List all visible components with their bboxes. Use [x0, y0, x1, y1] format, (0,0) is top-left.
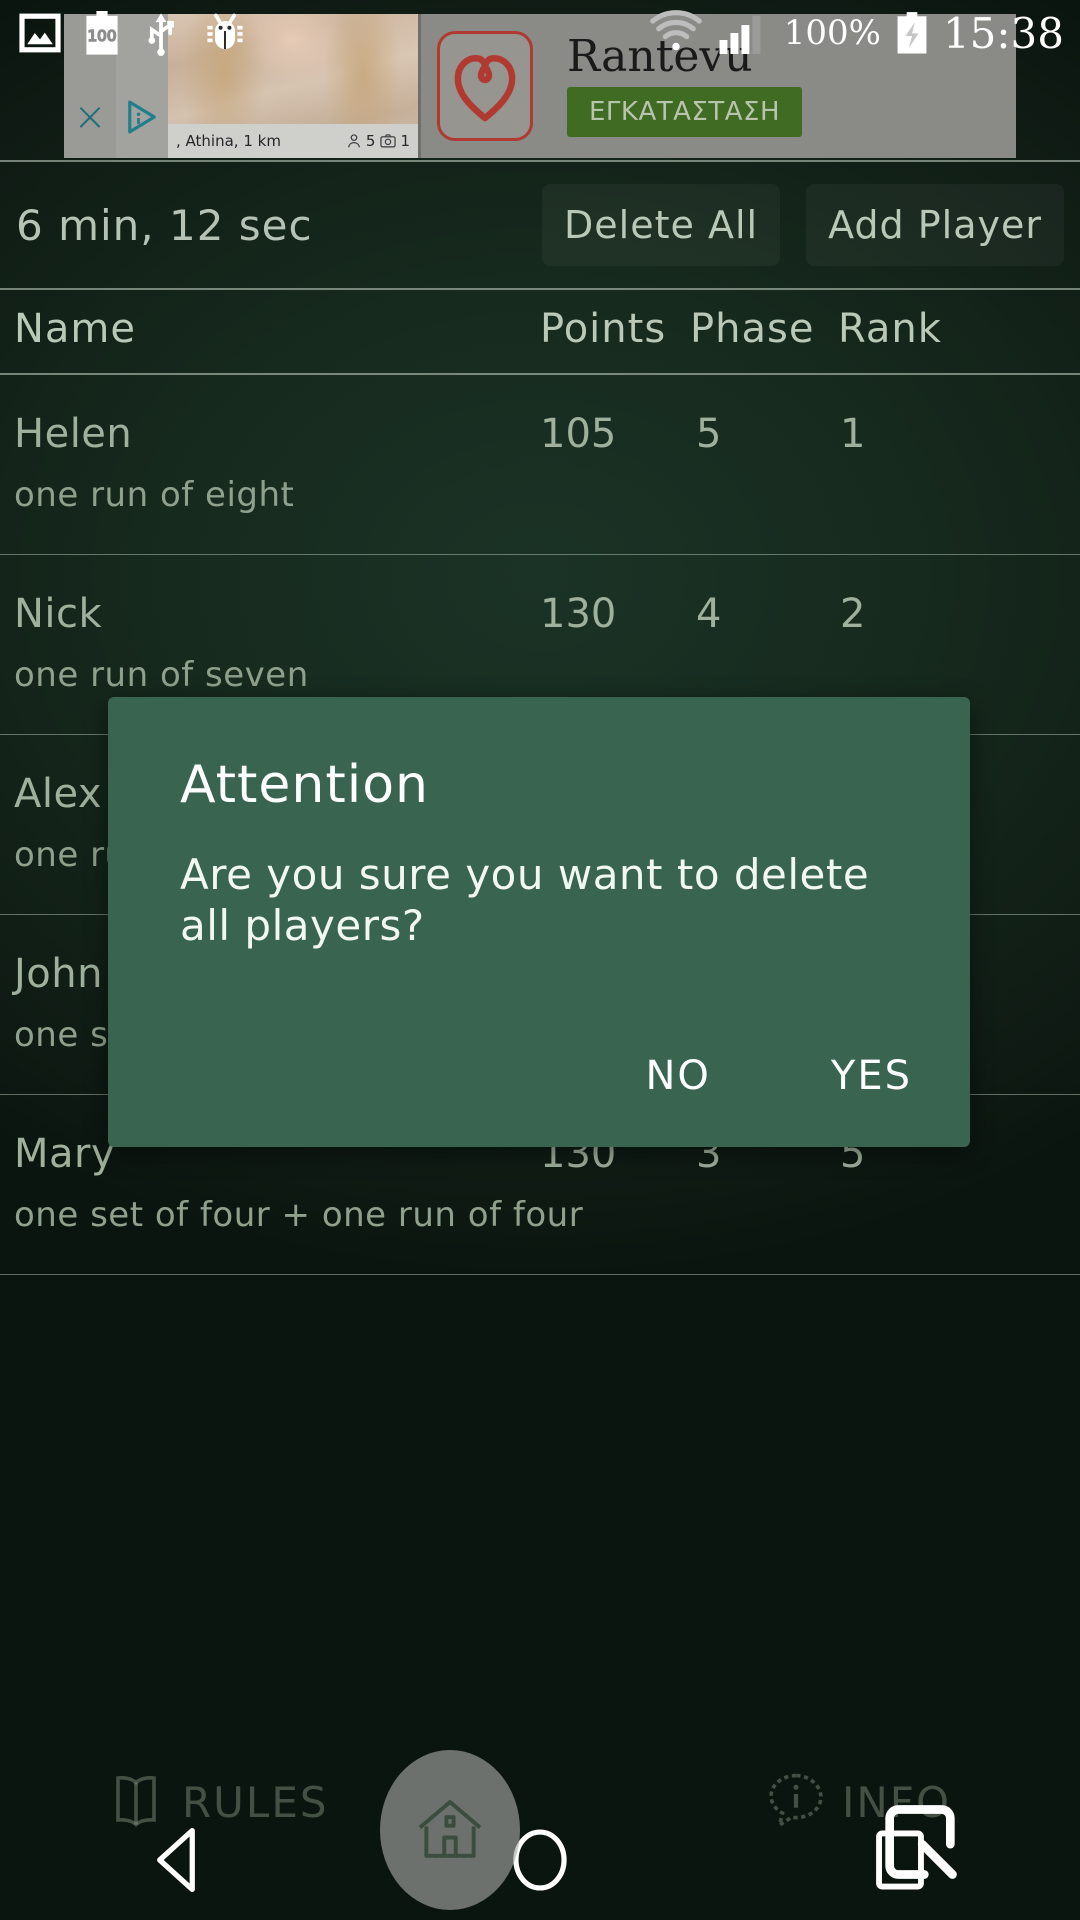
resize-corner-handle[interactable]: [868, 1790, 972, 1894]
dialog-yes-button[interactable]: YES: [817, 1045, 926, 1107]
resize-corner-icon: [868, 1790, 972, 1894]
back-triangle-icon: [138, 1818, 222, 1902]
dialog-message: Are you sure you want to delete all play…: [180, 850, 870, 951]
dialog-actions: NO YES: [631, 1045, 926, 1107]
floating-home-button[interactable]: [380, 1750, 520, 1910]
dialog-no-button[interactable]: NO: [631, 1045, 724, 1107]
nav-back-button[interactable]: [110, 1805, 250, 1915]
dialog-title: Attention: [180, 755, 429, 815]
house-icon: [407, 1787, 493, 1873]
confirm-delete-dialog: Attention Are you sure you want to delet…: [108, 697, 970, 1147]
